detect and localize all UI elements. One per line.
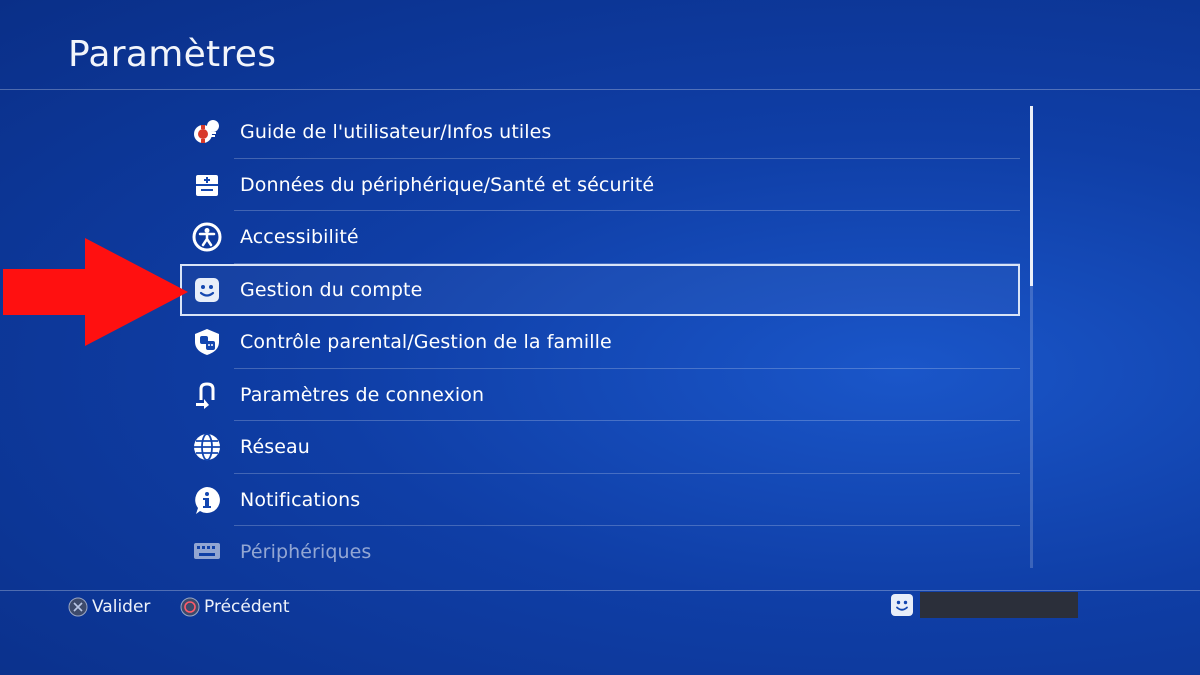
menu-item-label: Contrôle parental/Gestion de la famille bbox=[240, 331, 612, 354]
confirm-label: Valider bbox=[92, 597, 151, 617]
menu-item-accessibility[interactable]: Accessibilité bbox=[180, 211, 1020, 264]
confirm-hint: Valider bbox=[68, 597, 150, 617]
menu-item-device-health[interactable]: Données du périphérique/Santé et sécurit… bbox=[180, 159, 1020, 212]
settings-menu-list: Guide de l'utilisateur/Infos utiles Donn… bbox=[180, 106, 1020, 568]
back-hint: Précédent bbox=[180, 597, 290, 617]
globe-icon bbox=[192, 432, 222, 462]
red-arrow-annotation bbox=[3, 238, 188, 346]
menu-item-notifications[interactable]: Notifications bbox=[180, 474, 1020, 527]
menu-item-label: Guide de l'utilisateur/Infos utiles bbox=[240, 121, 552, 144]
menu-item-parental-control[interactable]: Contrôle parental/Gestion de la famille bbox=[180, 316, 1020, 369]
info-bubble-icon bbox=[192, 485, 222, 515]
menu-item-label: Données du périphérique/Santé et sécurit… bbox=[240, 173, 655, 196]
circle-button-icon bbox=[180, 597, 200, 617]
account-face-icon bbox=[192, 275, 222, 305]
back-label: Précédent bbox=[204, 597, 290, 617]
redacted-username bbox=[920, 592, 1078, 618]
menu-item-label: Paramètres de connexion bbox=[240, 383, 485, 406]
scrollbar-thumb[interactable] bbox=[1030, 106, 1033, 286]
keyboard-icon bbox=[192, 537, 222, 567]
user-guide-icon bbox=[192, 117, 222, 147]
current-user bbox=[890, 592, 1078, 618]
menu-item-devices[interactable]: Périphériques bbox=[180, 526, 1020, 568]
menu-item-network[interactable]: Réseau bbox=[180, 421, 1020, 474]
menu-item-label: Notifications bbox=[240, 488, 361, 511]
footer-divider bbox=[0, 590, 1200, 591]
menu-item-user-guide[interactable]: Guide de l'utilisateur/Infos utiles bbox=[180, 106, 1020, 159]
login-settings-icon bbox=[192, 380, 222, 410]
menu-scrollbar[interactable] bbox=[1030, 106, 1033, 568]
menu-item-label: Gestion du compte bbox=[240, 278, 423, 301]
cross-button-icon bbox=[68, 597, 88, 617]
user-avatar-icon bbox=[891, 594, 913, 616]
parental-control-icon bbox=[192, 327, 222, 357]
menu-item-label: Périphériques bbox=[240, 541, 372, 564]
menu-item-login-settings[interactable]: Paramètres de connexion bbox=[180, 369, 1020, 422]
header-divider bbox=[0, 89, 1200, 90]
menu-item-account-management[interactable]: Gestion du compte bbox=[180, 263, 1020, 316]
menu-item-label: Accessibilité bbox=[240, 226, 359, 249]
accessibility-icon bbox=[192, 222, 222, 252]
device-health-icon bbox=[192, 170, 222, 200]
page-title: Paramètres bbox=[68, 34, 277, 75]
menu-item-label: Réseau bbox=[240, 436, 310, 459]
